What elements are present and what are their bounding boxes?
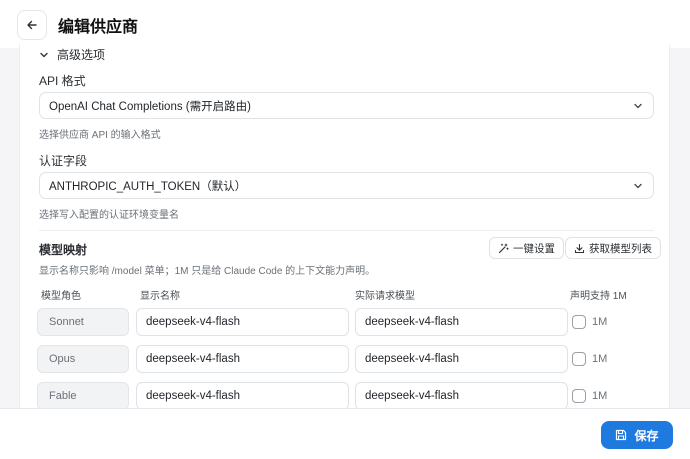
page-title: 编辑供应商 <box>58 19 139 36</box>
save-button[interactable]: 保存 <box>601 421 673 449</box>
one-m-checkbox[interactable] <box>572 315 586 329</box>
one-m-checkbox-row[interactable]: 1M <box>572 389 607 403</box>
advanced-options-label: 高级选项 <box>57 48 106 62</box>
request-model-input[interactable]: deepseek-v4-flash <box>355 308 568 336</box>
top-bar: 编辑供应商 <box>0 0 690 48</box>
request-model-input[interactable]: deepseek-v4-flash <box>355 345 568 373</box>
one-click-setup-button[interactable]: 一键设置 <box>489 237 564 259</box>
model-role-field: Sonnet <box>37 308 129 336</box>
one-m-checkbox[interactable] <box>572 352 586 366</box>
back-button[interactable] <box>17 10 47 40</box>
api-format-value: OpenAI Chat Completions (需开启路由) <box>49 100 251 113</box>
one-click-setup-label: 一键设置 <box>513 242 555 255</box>
one-m-label: 1M <box>592 316 608 328</box>
save-label: 保存 <box>634 428 659 443</box>
chevron-down-icon <box>634 183 642 189</box>
auth-field-value: ANTHROPIC_AUTH_TOKEN（默认） <box>49 180 247 193</box>
chevron-down-icon <box>40 52 48 57</box>
request-model-input[interactable]: deepseek-v4-flash <box>355 382 568 408</box>
model-role-field: Opus <box>37 345 129 373</box>
model-role-field: Fable <box>37 382 129 408</box>
footer-bar: 保存 <box>0 408 690 459</box>
api-format-select[interactable]: OpenAI Chat Completions (需开启路由) <box>39 92 654 119</box>
display-name-input[interactable]: deepseek-v4-flash <box>136 345 349 373</box>
column-header-display-name: 显示名称 <box>140 291 180 302</box>
model-mapping-hint: 显示名称只影响 /model 菜单；1M 只是给 Claude Code 的上下… <box>39 266 376 277</box>
form-panel[interactable]: 高级选项 API 格式 OpenAI Chat Completions (需开启… <box>19 44 670 408</box>
save-icon <box>616 429 627 441</box>
one-m-checkbox-row[interactable]: 1M <box>572 315 607 329</box>
one-m-label: 1M <box>592 353 608 365</box>
auth-field-label: 认证字段 <box>39 154 88 168</box>
one-m-label: 1M <box>592 390 608 402</box>
auth-field-hint: 选择写入配置的认证环境变量名 <box>39 210 179 221</box>
column-header-role: 模型角色 <box>41 291 81 302</box>
magic-wand-icon <box>498 243 509 253</box>
model-mapping-title: 模型映射 <box>39 243 88 257</box>
column-header-1m: 声明支持 1M <box>570 291 627 302</box>
display-name-input[interactable]: deepseek-v4-flash <box>136 308 349 336</box>
column-header-request-model: 实际请求模型 <box>355 291 415 302</box>
one-m-checkbox[interactable] <box>572 389 586 403</box>
section-divider <box>39 230 654 231</box>
one-m-checkbox-row[interactable]: 1M <box>572 352 607 366</box>
arrow-left-icon <box>27 20 37 30</box>
download-icon <box>574 243 585 253</box>
api-format-hint: 选择供应商 API 的输入格式 <box>39 130 161 141</box>
auth-field-select[interactable]: ANTHROPIC_AUTH_TOKEN（默认） <box>39 172 654 199</box>
chevron-down-icon <box>634 103 642 109</box>
api-format-label: API 格式 <box>39 74 86 88</box>
fetch-models-button[interactable]: 获取模型列表 <box>565 237 661 259</box>
advanced-options-toggle[interactable]: 高级选项 <box>39 46 105 63</box>
fetch-models-label: 获取模型列表 <box>589 242 652 255</box>
display-name-input[interactable]: deepseek-v4-flash <box>136 382 349 408</box>
